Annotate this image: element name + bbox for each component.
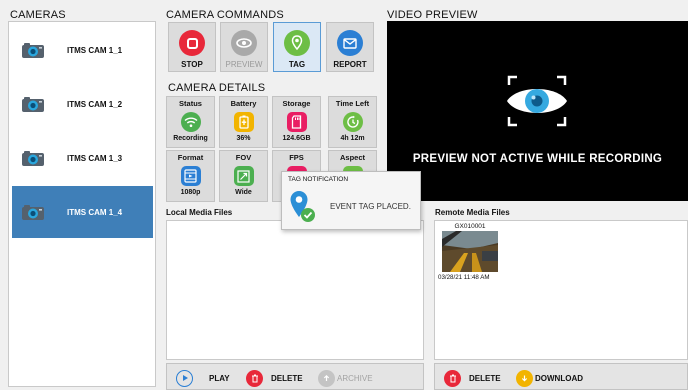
camera-icon [21,149,45,167]
archive-button[interactable]: ARCHIVE [318,366,373,390]
battery-tile: Battery 36% [219,96,268,148]
fov-tile: FOV Wide [219,150,268,202]
remote-delete-button[interactable]: DELETE [444,366,501,390]
media-file-item[interactable]: GX010001 03/28/21 11:48 AM [438,223,502,281]
file-timestamp: 03/28/21 11:48 AM [438,274,490,281]
eye-icon [231,30,257,56]
preview-message: PREVIEW NOT ACTIVE WHILE RECORDING [412,153,663,165]
fov-icon [233,166,254,186]
camera-icon [21,203,45,221]
local-delete-button[interactable]: DELETE [246,366,303,390]
mail-icon [337,30,363,56]
camera-item-1[interactable]: ITMS CAM 1_1 [12,24,153,76]
local-media-title: Local Media Files [166,208,233,217]
commands-title: CAMERA COMMANDS [166,9,284,21]
video-format-icon [180,166,201,186]
local-media-list[interactable] [166,220,424,360]
wifi-icon [180,112,201,132]
tag-placed-icon [289,190,317,229]
time-left-tile: Time Left 4h 12m [328,96,377,148]
video-preview: PREVIEW NOT ACTIVE WHILE RECORDING [387,21,688,201]
camera-item-3[interactable]: ITMS CAM 1_3 [12,132,153,184]
format-tile: Format 1080p [166,150,215,202]
camera-icon [21,41,45,59]
play-icon [176,369,193,387]
preview-button[interactable]: PREVIEW [220,22,268,72]
battery-icon [233,112,254,132]
tag-notification: TAG NOTIFICATION EVENT TAG PLACED. [281,171,421,230]
download-icon [516,369,533,387]
remote-media-title: Remote Media Files [435,208,510,217]
stop-button[interactable]: STOP [168,22,216,72]
camera-label: ITMS CAM 1_1 [67,45,123,55]
stop-icon [179,30,205,56]
details-title: CAMERA DETAILS [168,82,266,94]
location-pin-icon [284,30,310,56]
timer-icon [342,112,363,132]
download-button[interactable]: DOWNLOAD [516,366,583,390]
upload-icon [318,369,335,387]
storage-tile: Storage 124.6GB [272,96,321,148]
video-thumbnail [442,231,498,272]
trash-icon [246,369,263,387]
report-button[interactable]: REPORT [326,22,374,72]
camera-label: ITMS CAM 1_2 [67,99,123,109]
camera-label: ITMS CAM 1_3 [67,153,123,163]
eye-scan-icon [503,69,571,138]
camera-list: ITMS CAM 1_1 ITMS CAM 1_2 ITMS CAM 1_3 I… [8,21,156,387]
camera-icon [21,95,45,113]
preview-title: VIDEO PREVIEW [387,9,478,21]
notification-title: TAG NOTIFICATION [288,176,349,183]
camera-item-4[interactable]: ITMS CAM 1_4 [12,186,153,238]
trash-icon [444,369,461,387]
camera-item-2[interactable]: ITMS CAM 1_2 [12,78,153,130]
status-tile: Status Recording [166,96,215,148]
tag-button[interactable]: TAG [273,22,321,72]
camera-label: ITMS CAM 1_4 [67,207,123,217]
cameras-title: CAMERAS [10,9,66,21]
remote-media-list[interactable]: GX010001 03/28/21 11:48 AM [434,220,688,360]
file-name: GX010001 [454,223,486,230]
play-button[interactable]: PLAY [176,366,230,390]
notification-message: EVENT TAG PLACED. [330,202,411,211]
sd-card-icon [286,112,307,132]
